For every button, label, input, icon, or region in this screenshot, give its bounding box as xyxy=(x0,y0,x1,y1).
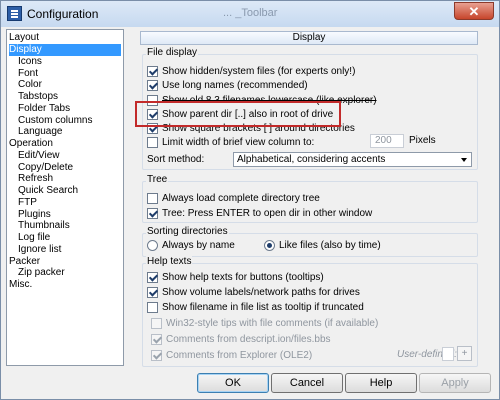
checkbox-box[interactable] xyxy=(147,66,158,77)
checkbox-box[interactable] xyxy=(147,137,158,148)
settings-tree[interactable]: Layout Display Icons Font Color Tabstops… xyxy=(6,29,124,366)
checkbox-label: Show help texts for buttons (tooltips) xyxy=(162,272,324,283)
checkbox-label: Always load complete directory tree xyxy=(162,193,320,204)
chevron-down-icon xyxy=(461,158,467,162)
tree-item-icons[interactable]: Icons xyxy=(18,56,42,68)
tree-item-language[interactable]: Language xyxy=(18,126,63,138)
checkbox-label: Comments from descript.ion/files.bbs xyxy=(166,334,331,345)
tree-item-misc[interactable]: Misc. xyxy=(9,279,32,291)
checkbox-label: Show hidden/system files (for experts on… xyxy=(162,66,356,77)
background-window-title: ... _Toolbar xyxy=(223,7,278,19)
checkbox-box[interactable] xyxy=(147,287,158,298)
add-user-defined-button[interactable]: + xyxy=(457,346,472,361)
radio-label: Like files (also by time) xyxy=(279,240,381,251)
tree-item-refresh[interactable]: Refresh xyxy=(18,173,53,185)
tree-item-layout[interactable]: Layout xyxy=(9,32,39,44)
user-defined-input[interactable] xyxy=(442,347,454,361)
checkbox-box[interactable] xyxy=(151,350,162,361)
tree-item-folder-tabs[interactable]: Folder Tabs xyxy=(18,103,70,115)
checkbox-label: Show volume labels/network paths for dri… xyxy=(162,287,360,298)
close-button[interactable]: ✕ xyxy=(454,2,494,20)
radio-circle[interactable] xyxy=(147,240,158,251)
panel-title: Display xyxy=(140,31,478,45)
tree-item-ftp[interactable]: FTP xyxy=(18,197,37,209)
title-bar[interactable]: Configuration ... _Toolbar ✕ xyxy=(1,1,499,27)
column-width-input[interactable]: 200 xyxy=(370,134,404,148)
checkbox-label: Tree: Press ENTER to open dir in other w… xyxy=(162,208,373,219)
help-texts-legend: Help texts xyxy=(146,256,193,267)
file-display-legend: File display xyxy=(146,47,199,58)
checkbox-box[interactable] xyxy=(151,318,162,329)
checkbox-box[interactable] xyxy=(151,334,162,345)
tree-item-tabstops[interactable]: Tabstops xyxy=(18,91,58,103)
tree-item-thumbnails[interactable]: Thumbnails xyxy=(18,220,70,232)
tree-item-operation[interactable]: Operation xyxy=(9,138,53,150)
tree-item-display[interactable]: Display xyxy=(9,44,121,56)
highlight-annotation xyxy=(135,101,341,127)
close-icon: ✕ xyxy=(468,4,480,19)
radio-label: Always by name xyxy=(162,240,235,251)
sort-method-dropdown[interactable]: Alphabetical, considering accents xyxy=(233,152,472,167)
radio-circle[interactable] xyxy=(264,240,275,251)
tree-item-zip-packer[interactable]: Zip packer xyxy=(18,267,65,279)
tree-item-edit-view[interactable]: Edit/View xyxy=(18,150,60,162)
window-title: Configuration xyxy=(27,7,99,21)
help-button[interactable]: Help xyxy=(345,373,417,393)
tree-item-quick-search[interactable]: Quick Search xyxy=(18,185,78,197)
checkbox-label: Win32-style tips with file comments (if … xyxy=(166,318,379,329)
checkbox-box[interactable] xyxy=(147,193,158,204)
checkbox-box[interactable] xyxy=(147,80,158,91)
sorting-directories-legend: Sorting directories xyxy=(146,226,229,237)
checkbox-box[interactable] xyxy=(147,208,158,219)
checkbox-label: Limit width of brief view column to: xyxy=(162,137,315,148)
checkbox-label: Comments from Explorer (OLE2) xyxy=(166,350,313,361)
sort-method-value: Alphabetical, considering accents xyxy=(237,154,386,165)
tree-item-log-file[interactable]: Log file xyxy=(18,232,50,244)
tree-item-color[interactable]: Color xyxy=(18,79,42,91)
sort-method-label: Sort method: xyxy=(147,154,205,165)
checkbox-box[interactable] xyxy=(147,302,158,313)
configuration-window: Configuration ... _Toolbar ✕ Layout Disp… xyxy=(0,0,500,400)
checkbox-label: Show filename in file list as tooltip if… xyxy=(162,302,364,313)
tree-legend: Tree xyxy=(146,174,169,185)
apply-button[interactable]: Apply xyxy=(419,373,491,393)
tree-item-ignore-list[interactable]: Ignore list xyxy=(18,244,61,256)
ok-button[interactable]: OK xyxy=(197,373,269,393)
checkbox-label: Use long names (recommended) xyxy=(162,80,308,91)
cancel-button[interactable]: Cancel xyxy=(271,373,343,393)
checkbox-box[interactable] xyxy=(147,272,158,283)
app-icon xyxy=(7,6,22,21)
column-width-unit: Pixels xyxy=(409,135,436,146)
